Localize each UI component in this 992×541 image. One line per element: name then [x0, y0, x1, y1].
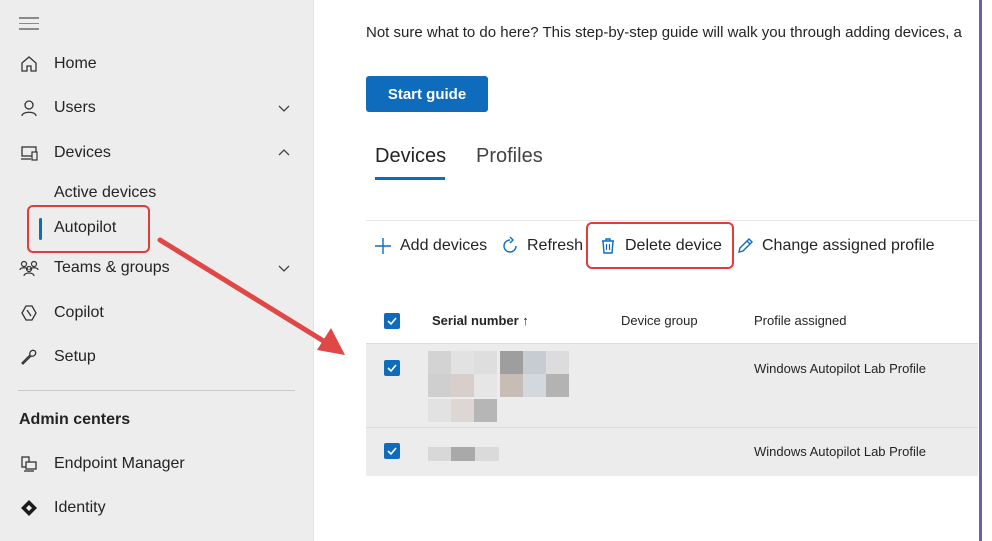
- chevron-up-icon[interactable]: [275, 144, 293, 162]
- tab-profiles[interactable]: Profiles: [476, 145, 543, 168]
- endpoint-manager-icon: [18, 453, 40, 475]
- chevron-down-icon[interactable]: [275, 99, 293, 117]
- add-devices-button[interactable]: Add devices: [373, 235, 487, 257]
- change-profile-label: Change assigned profile: [762, 237, 935, 254]
- copilot-icon: [18, 302, 40, 324]
- devices-icon: [18, 142, 40, 164]
- sidebar-item-devices[interactable]: Devices: [0, 133, 313, 173]
- plus-icon: [373, 236, 393, 256]
- hamburger-menu-icon[interactable]: [19, 17, 39, 34]
- admin-centers-heading: Admin centers: [19, 411, 131, 428]
- sidebar-item-label: Endpoint Manager: [54, 455, 185, 472]
- sidebar-item-teams-groups[interactable]: Teams & groups: [0, 248, 313, 288]
- autopilot-highlight-box: [27, 205, 150, 253]
- delete-device-highlight-box: [586, 222, 734, 269]
- start-guide-button[interactable]: Start guide: [366, 76, 488, 112]
- column-header-serial-number[interactable]: Serial number ↑: [432, 313, 529, 328]
- row-border: [366, 343, 978, 344]
- row-border: [366, 427, 978, 428]
- profile-assigned-cell: Windows Autopilot Lab Profile: [754, 444, 926, 459]
- guide-description: Not sure what to do here? This step-by-s…: [366, 24, 962, 41]
- page-margin: [982, 0, 992, 541]
- home-icon: [18, 53, 40, 75]
- refresh-button[interactable]: Refresh: [500, 235, 583, 257]
- row-checkbox[interactable]: [384, 443, 400, 459]
- sidebar-item-label: Identity: [54, 499, 106, 516]
- sidebar-subitem-active-devices[interactable]: Active devices: [54, 184, 156, 202]
- sidebar-divider: [18, 390, 295, 391]
- main-content: Not sure what to do here? This step-by-s…: [314, 0, 978, 541]
- sidebar-item-label: Teams & groups: [54, 259, 170, 276]
- column-header-device-group[interactable]: Device group: [621, 313, 698, 328]
- sidebar-item-label: Users: [54, 99, 96, 116]
- setup-icon: [18, 346, 40, 368]
- pencil-icon: [735, 236, 755, 256]
- toolbar-separator: [366, 220, 978, 221]
- identity-icon: [18, 497, 40, 519]
- tab-devices[interactable]: Devices: [375, 145, 446, 168]
- sidebar-item-label: Setup: [54, 348, 96, 365]
- teams-icon: [18, 257, 40, 279]
- column-header-profile-assigned[interactable]: Profile assigned: [754, 313, 847, 328]
- sidebar-item-identity[interactable]: Identity: [0, 488, 313, 528]
- add-devices-label: Add devices: [400, 237, 488, 254]
- sidebar: Home Users Devices Active devices Autopi…: [0, 0, 314, 541]
- sidebar-item-users[interactable]: Users: [0, 88, 313, 128]
- refresh-label: Refresh: [527, 237, 584, 254]
- user-icon: [18, 97, 40, 119]
- active-tab-underline: [375, 177, 445, 180]
- sidebar-item-setup[interactable]: Setup: [0, 337, 313, 377]
- profile-assigned-cell: Windows Autopilot Lab Profile: [754, 361, 926, 376]
- sidebar-item-label: Devices: [54, 144, 111, 161]
- select-all-checkbox[interactable]: [384, 313, 400, 329]
- row-checkbox[interactable]: [384, 360, 400, 376]
- sidebar-item-endpoint-manager[interactable]: Endpoint Manager: [0, 444, 313, 484]
- chevron-down-icon[interactable]: [275, 259, 293, 277]
- sidebar-item-label: Home: [54, 55, 97, 72]
- sidebar-item-copilot[interactable]: Copilot: [0, 293, 313, 333]
- sidebar-item-label: Copilot: [54, 304, 104, 321]
- refresh-icon: [500, 236, 520, 256]
- change-assigned-profile-button[interactable]: Change assigned profile: [735, 235, 935, 257]
- sidebar-item-home[interactable]: Home: [0, 44, 313, 84]
